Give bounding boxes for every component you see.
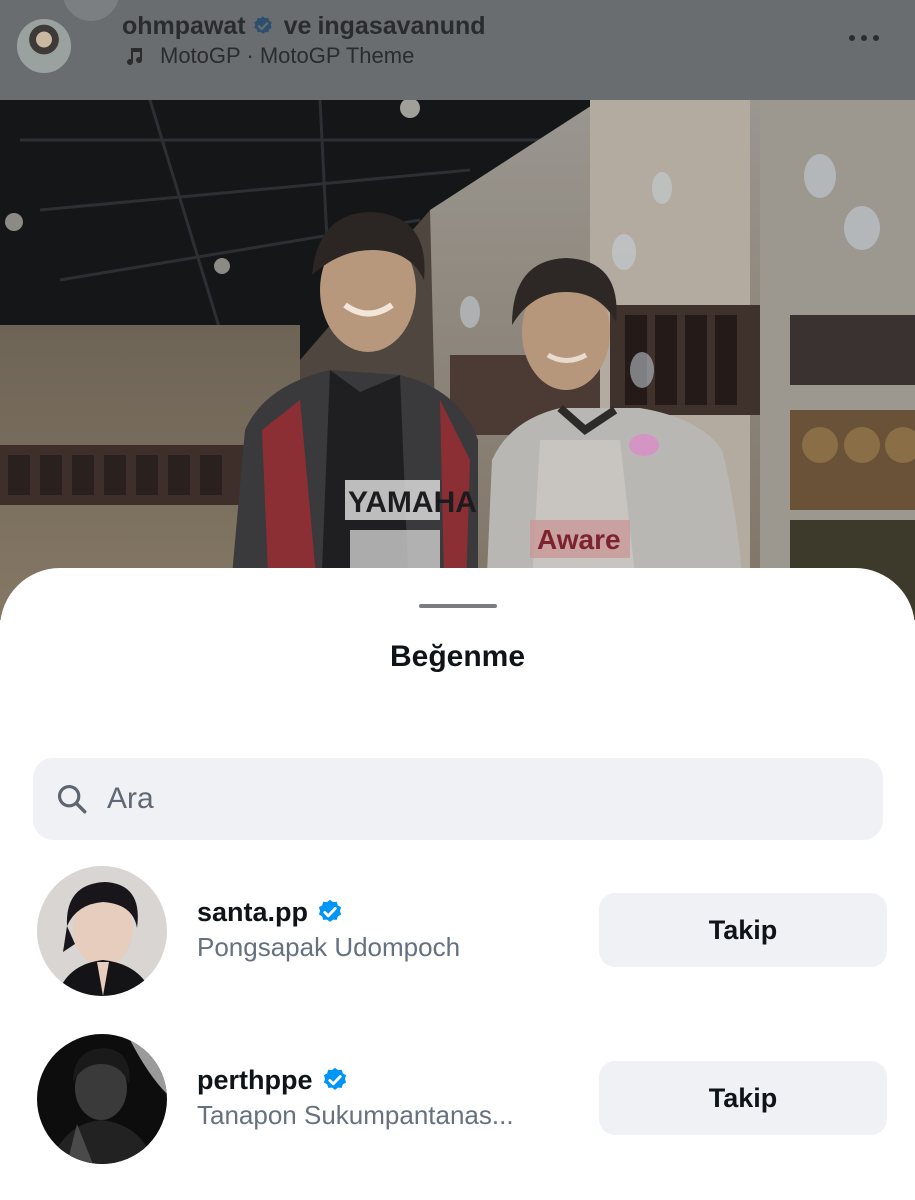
verified-icon (318, 899, 342, 922)
search-icon (57, 784, 87, 814)
verified-icon (253, 16, 272, 34)
collab-avatar-secondary[interactable] (60, 0, 122, 24)
list-item[interactable]: santa.pp Pongsapak Udompoch Takip (0, 866, 915, 998)
post-photo: YAMAHA Aware (0, 100, 915, 620)
authors-joiner: ve (283, 11, 312, 40)
post-header: ohmpawat ve ingasavanund MotoGP · MotoGP… (0, 0, 915, 100)
follow-button[interactable]: Takip (599, 893, 887, 967)
liker-full-name: Tanapon Sukumpantanas... (197, 1100, 514, 1130)
follow-button[interactable]: Takip (599, 1061, 887, 1135)
search-bar[interactable] (33, 758, 883, 840)
liker-username[interactable]: perthppe (197, 1062, 349, 1098)
audio-track[interactable]: MotoGP · MotoGP Theme (122, 40, 414, 72)
search-input[interactable] (107, 782, 807, 816)
avatar[interactable] (37, 1034, 167, 1164)
liker-username[interactable]: santa.pp (197, 894, 344, 930)
collab-avatar-primary[interactable] (14, 16, 74, 76)
list-item[interactable]: perthppe Tanapon Sukumpantanas... Takip (0, 1034, 915, 1166)
post-authors: ohmpawat ve ingasavanund (122, 8, 486, 44)
audio-track-label: MotoGP · MotoGP Theme (160, 43, 415, 68)
liker-full-name: Pongsapak Udompoch (197, 932, 461, 962)
likes-sheet: Beğenme santa.pp Pongsapak (0, 568, 915, 1200)
sheet-title: Beğenme (389, 640, 526, 673)
music-note-icon (127, 48, 143, 66)
svg-text:YAMAHA: YAMAHA (348, 486, 477, 519)
author-username[interactable]: ohmpawat (122, 12, 246, 41)
sheet-drag-handle[interactable] (419, 604, 497, 608)
verified-icon (323, 1067, 346, 1090)
coauthor-username[interactable]: ingasavanund (317, 12, 485, 41)
more-horizontal-icon[interactable] (842, 28, 886, 48)
svg-text:Aware: Aware (537, 524, 621, 555)
avatar[interactable] (37, 866, 167, 996)
